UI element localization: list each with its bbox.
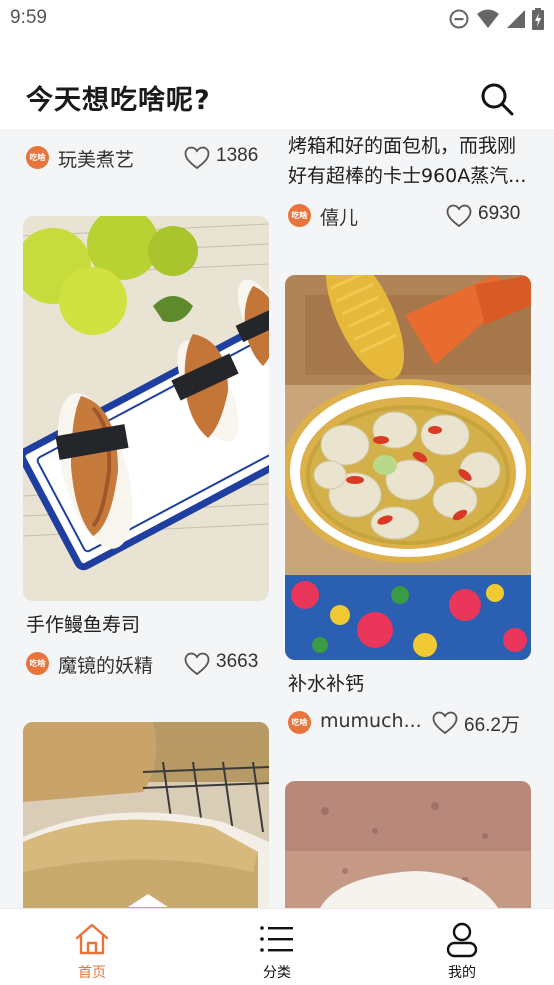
like-button[interactable]: 6930 bbox=[446, 201, 536, 231]
bottom-tab-bar: 首页 分类 我的 bbox=[0, 908, 554, 985]
cake-photo bbox=[23, 722, 269, 908]
status-icons bbox=[448, 8, 544, 30]
battery-icon bbox=[532, 8, 544, 30]
like-button[interactable]: 1386 bbox=[184, 143, 274, 173]
heart-icon[interactable] bbox=[184, 652, 210, 676]
author-avatar: 吃啥 bbox=[288, 204, 311, 227]
heart-icon[interactable] bbox=[446, 204, 472, 228]
search-icon[interactable] bbox=[478, 80, 518, 120]
recipe-card-image[interactable] bbox=[285, 781, 531, 908]
tab-label: 首页 bbox=[78, 965, 106, 981]
author-name[interactable]: 魔镜的妖精 bbox=[58, 651, 153, 678]
heart-icon[interactable] bbox=[184, 146, 210, 170]
do-not-disturb-icon bbox=[449, 9, 469, 29]
author-name[interactable]: mumuch... bbox=[320, 710, 422, 732]
author-avatar: 吃啥 bbox=[26, 652, 49, 675]
author-avatar: 吃啥 bbox=[26, 146, 49, 169]
author-avatar: 吃啥 bbox=[288, 711, 311, 734]
recipe-title[interactable]: 补水补钙 bbox=[288, 669, 364, 699]
like-count: 6930 bbox=[478, 203, 521, 224]
home-icon bbox=[75, 923, 109, 955]
tab-home[interactable]: 首页 bbox=[32, 909, 152, 985]
author-name[interactable]: 僖儿 bbox=[320, 203, 358, 230]
dessert-photo bbox=[285, 781, 531, 908]
list-icon bbox=[260, 926, 293, 952]
tab-label: 我的 bbox=[448, 965, 476, 981]
recipe-card-author-row: 吃啥 僖儿 6930 bbox=[288, 201, 528, 231]
recipe-card-image[interactable] bbox=[23, 722, 269, 908]
like-button[interactable]: 66.2万 bbox=[432, 708, 532, 738]
soup-photo bbox=[285, 275, 531, 660]
status-bar: 9:59 bbox=[0, 0, 554, 40]
signal-icon bbox=[507, 10, 525, 28]
like-count: 3663 bbox=[216, 651, 259, 672]
like-count: 1386 bbox=[216, 145, 259, 166]
app-header: 今天想吃啥呢? bbox=[0, 40, 554, 129]
recipe-card-author-row: 吃啥 mumuch... 66.2万 bbox=[288, 708, 528, 738]
recipe-card-author-row: 吃啥 玩美煮艺 1386 bbox=[26, 143, 266, 173]
sushi-photo bbox=[23, 216, 269, 601]
wifi-icon bbox=[477, 9, 499, 28]
recipe-feed[interactable]: 吃啥 玩美煮艺 1386 手作鳗鱼寿司 吃啥 魔镜的妖精 3663 烤箱和好的面… bbox=[0, 129, 554, 908]
recipe-title[interactable]: 手作鳗鱼寿司 bbox=[26, 610, 140, 640]
recipe-card-image[interactable] bbox=[23, 216, 269, 601]
recipe-card-author-row: 吃啥 魔镜的妖精 3663 bbox=[26, 649, 266, 679]
user-icon bbox=[446, 922, 478, 958]
status-time: 9:59 bbox=[10, 7, 47, 28]
tab-category[interactable]: 分类 bbox=[217, 909, 337, 985]
recipe-title[interactable]: 烤箱和好的面包机，而我刚 bbox=[288, 131, 516, 161]
tab-label: 分类 bbox=[263, 965, 291, 981]
like-button[interactable]: 3663 bbox=[184, 649, 274, 679]
tab-profile[interactable]: 我的 bbox=[402, 909, 522, 985]
heart-icon[interactable] bbox=[432, 711, 458, 735]
recipe-title[interactable]: 好有超棒的卡士960A蒸汽... bbox=[288, 161, 526, 191]
page-title: 今天想吃啥呢? bbox=[26, 85, 211, 116]
recipe-card-image[interactable] bbox=[285, 275, 531, 660]
like-count: 66.2万 bbox=[464, 715, 520, 736]
author-name[interactable]: 玩美煮艺 bbox=[58, 145, 134, 172]
